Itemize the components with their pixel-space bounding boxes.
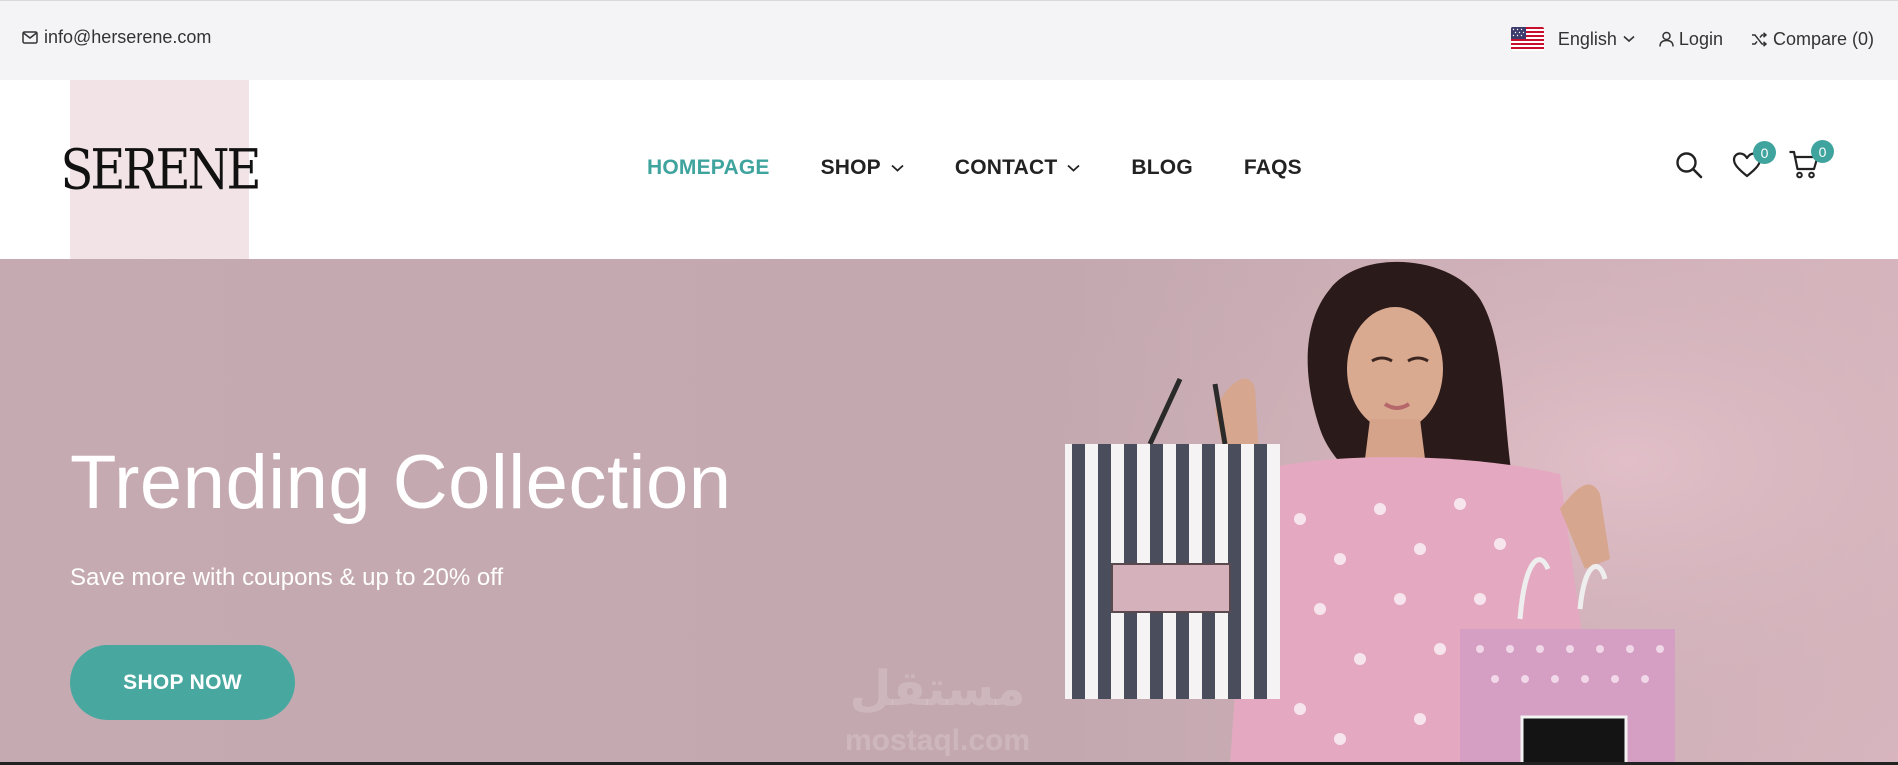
logo[interactable]: SERENE xyxy=(60,80,262,259)
hero-subtitle: Save more with coupons & up to 20% off xyxy=(70,564,504,591)
email-text: info@herserene.com xyxy=(44,27,212,47)
page: info@herserene.com English Login Compare… xyxy=(0,0,1898,765)
chevron-down-icon xyxy=(1067,164,1080,172)
nav-item-homepage[interactable]: HOMEPAGE xyxy=(647,156,770,180)
watermark: مستقل mostaql.com xyxy=(845,659,1030,760)
shuffle-icon xyxy=(1751,31,1767,47)
nav-label: FAQS xyxy=(1243,156,1302,179)
nav-label: SHOP xyxy=(820,156,881,179)
nav-item-faqs[interactable]: FAQS xyxy=(1244,156,1302,180)
mail-icon xyxy=(22,31,38,44)
hero-banner: Trending Collection Save more with coupo… xyxy=(0,259,1898,765)
hero-title: Trending Collection xyxy=(70,440,732,525)
nav-label: BLOG xyxy=(1131,156,1193,179)
nav-item-blog[interactable]: BLOG xyxy=(1131,156,1192,180)
header-actions: 0 0 xyxy=(1674,140,1842,185)
cart-count-badge: 0 xyxy=(1811,140,1834,163)
us-flag-icon xyxy=(1510,27,1544,51)
login-label: Login xyxy=(1678,28,1723,49)
search-icon xyxy=(1676,152,1703,179)
watermark-arabic: مستقل xyxy=(849,663,1026,716)
shop-now-button[interactable]: SHOP NOW xyxy=(70,645,295,720)
cart-button[interactable]: 0 xyxy=(1788,140,1834,185)
top-bar-actions: English Login Compare (0) xyxy=(1510,27,1874,51)
logo-text: SERENE xyxy=(60,137,261,202)
nav-label: HOMEPAGE xyxy=(647,156,770,179)
language-label: English xyxy=(1557,28,1617,49)
nav-label: CONTACT xyxy=(954,156,1058,179)
compare-link[interactable]: Compare (0) xyxy=(1751,29,1874,50)
chevron-down-icon xyxy=(891,164,904,172)
nav-item-contact[interactable]: CONTACT xyxy=(955,156,1081,180)
top-bar: info@herserene.com English Login Compare… xyxy=(0,0,1898,80)
login-link[interactable]: Login xyxy=(1659,29,1723,50)
watermark-latin: mostaql.com xyxy=(845,724,1031,758)
wishlist-count-badge: 0 xyxy=(1753,141,1776,164)
main-header: SERENE HOMEPAGE SHOP CONTACT BLOG FAQS 0… xyxy=(0,80,1898,259)
language-selector[interactable]: English xyxy=(1558,29,1635,50)
search-button[interactable] xyxy=(1674,150,1704,185)
wishlist-button[interactable]: 0 xyxy=(1732,141,1776,184)
hero-model-image xyxy=(1000,259,1898,765)
compare-label: Compare (0) xyxy=(1772,28,1874,49)
nav-item-shop[interactable]: SHOP xyxy=(821,156,904,180)
contact-email[interactable]: info@herserene.com xyxy=(22,27,211,48)
user-icon xyxy=(1659,31,1674,47)
chevron-down-icon xyxy=(1623,35,1635,43)
main-nav: HOMEPAGE SHOP CONTACT BLOG FAQS xyxy=(647,156,1353,180)
